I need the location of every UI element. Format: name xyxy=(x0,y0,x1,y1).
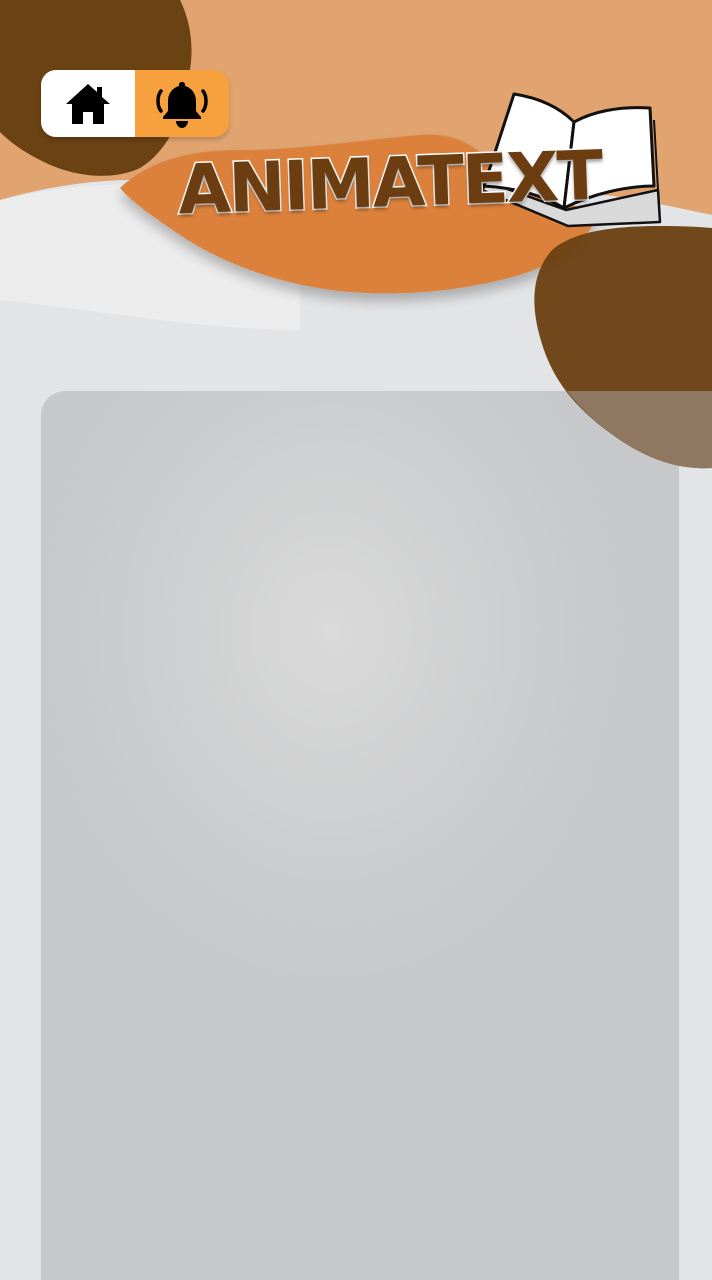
top-nav xyxy=(41,70,229,137)
bell-ringing-icon xyxy=(156,81,208,128)
home-icon xyxy=(66,83,110,124)
home-button[interactable] xyxy=(41,70,135,137)
app-screen: ANIMATEXT xyxy=(0,0,712,1280)
content-panel xyxy=(41,391,679,1280)
notifications-button[interactable] xyxy=(135,70,229,137)
app-title: ANIMATEXT xyxy=(175,135,604,232)
